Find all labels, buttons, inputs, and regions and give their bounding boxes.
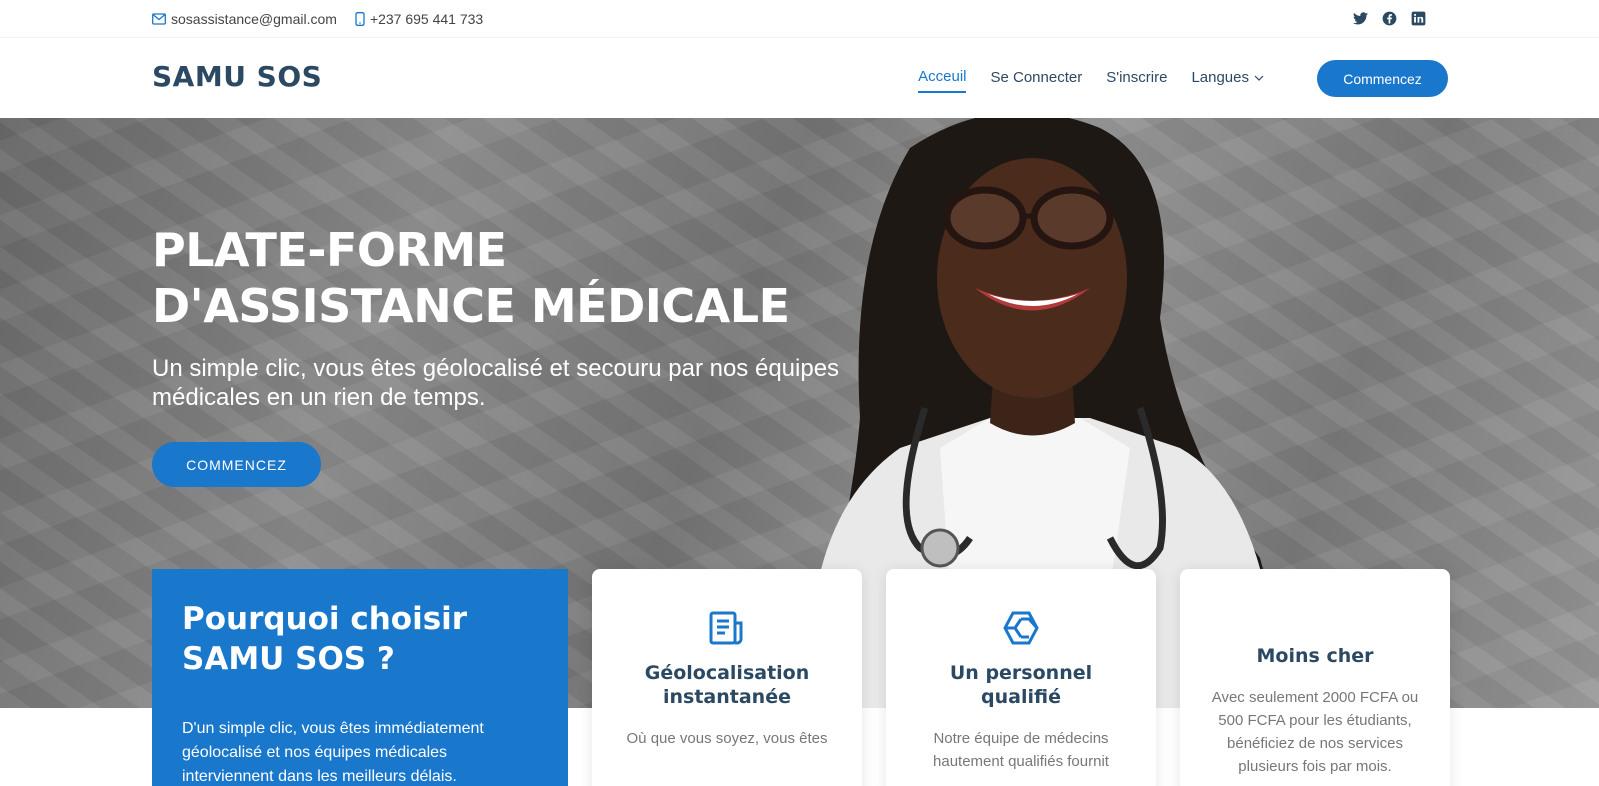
header: SAMU SOS Acceuil Se Connecter S'inscrire…: [0, 38, 1599, 118]
feature-title: Un personnel qualifié: [949, 662, 1093, 708]
feature-text: Où que vous soyez, vous êtes: [626, 730, 828, 747]
feature-card-personnel: Un personnel qualifié Notre équipe de mé…: [886, 569, 1156, 786]
site-logo[interactable]: SAMU SOS: [152, 60, 322, 93]
nav-item-se-connecter[interactable]: Se Connecter: [990, 68, 1082, 93]
phone-text: +237 695 441 733: [369, 11, 484, 27]
cube-icon: [1002, 609, 1040, 647]
feature-title: Géolocalisation instantanée: [644, 662, 810, 708]
contact-info: sosassistance@gmail.com +237 695 441 733: [152, 11, 501, 27]
feature-text: Avec seulement 2000 FCFA ou 500 FCFA pou…: [1211, 689, 1419, 775]
chevron-down-icon: [1254, 75, 1264, 81]
commencez-button[interactable]: Commencez: [1317, 60, 1448, 97]
why-box: Pourquoi choisir SAMU SOS ? D'un simple …: [152, 569, 568, 786]
hero-commencez-button[interactable]: COMMENCEZ: [152, 442, 321, 487]
main-nav: Acceuil Se Connecter S'inscrire Langues: [918, 68, 1264, 93]
facebook-icon[interactable]: [1381, 10, 1398, 27]
why-title: Pourquoi choisir SAMU SOS ?: [182, 601, 468, 677]
nav-item-acceuil[interactable]: Acceuil: [918, 68, 967, 93]
nav-item-langues[interactable]: Langues: [1191, 68, 1264, 93]
feature-text: Notre équipe de médecins hautement quali…: [933, 730, 1109, 770]
twitter-icon[interactable]: [1352, 10, 1369, 27]
linkedin-icon[interactable]: [1410, 10, 1427, 27]
nav-item-langues-label: Langues: [1191, 69, 1249, 86]
why-text: D'un simple clic, vous êtes immédiatemen…: [182, 720, 484, 785]
feature-title: Moins cher: [1256, 645, 1374, 667]
hero-title: PLATE-FORME D'ASSISTANCE MÉDICALE: [152, 223, 790, 333]
feature-card-moins-cher: Moins cher Avec seulement 2000 FCFA ou 5…: [1180, 569, 1450, 786]
phone-contact[interactable]: +237 695 441 733: [355, 11, 483, 27]
hero-subtitle: Un simple clic, vous êtes géolocalisé et…: [152, 355, 840, 411]
top-bar: sosassistance@gmail.com +237 695 441 733: [0, 0, 1599, 38]
feature-card-geolocalisation: Géolocalisation instantanée Où que vous …: [592, 569, 862, 786]
social-links: [1352, 10, 1427, 27]
email-text: sosassistance@gmail.com: [171, 11, 337, 27]
nav-item-sinscrire[interactable]: S'inscrire: [1106, 68, 1167, 93]
envelope-icon: [152, 13, 166, 25]
email-contact[interactable]: sosassistance@gmail.com: [152, 11, 337, 27]
document-icon: [708, 609, 746, 647]
phone-icon: [355, 12, 365, 26]
